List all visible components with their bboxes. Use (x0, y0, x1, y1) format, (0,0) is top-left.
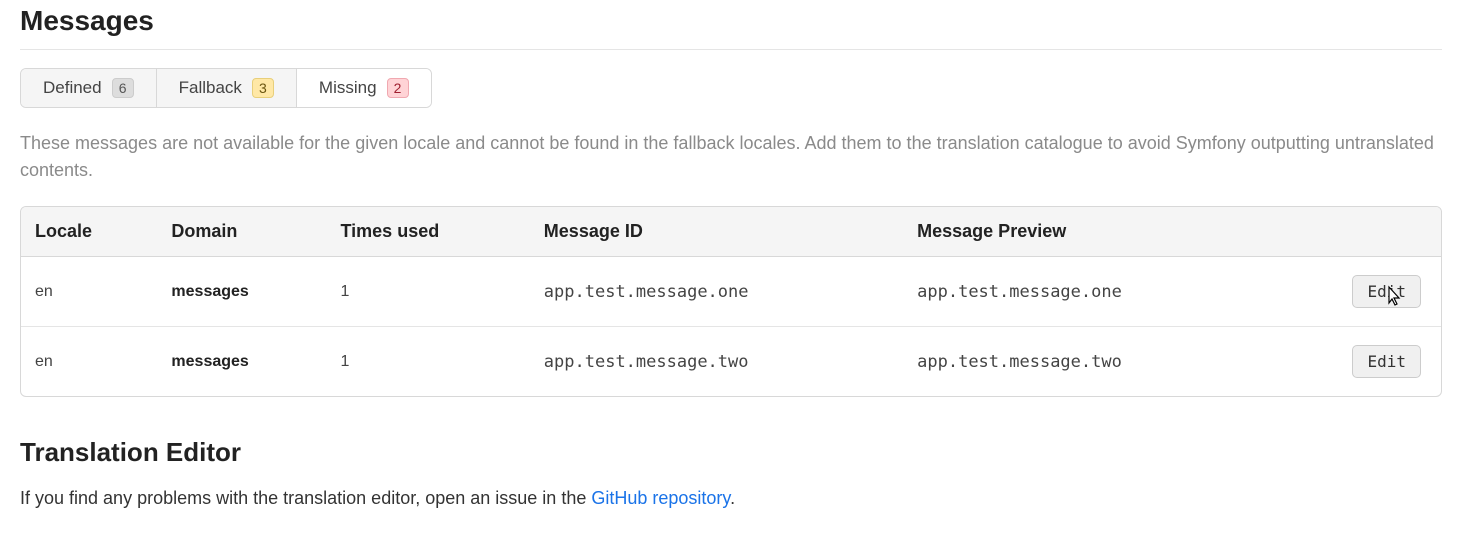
cell-action: Edit (1276, 257, 1441, 327)
page-heading: Messages (20, 5, 1442, 50)
tab-missing[interactable]: Missing 2 (297, 69, 431, 107)
tab-label: Fallback (179, 78, 242, 98)
cell-domain: messages (157, 327, 326, 396)
table-row: enmessages1app.test.message.oneapp.test.… (21, 257, 1441, 327)
tab-fallback[interactable]: Fallback 3 (157, 69, 297, 107)
col-domain: Domain (157, 207, 326, 257)
tab-badge: 2 (387, 78, 409, 98)
col-action (1276, 207, 1441, 257)
col-message-id: Message ID (530, 207, 903, 257)
cell-locale: en (21, 257, 157, 327)
messages-tbody: enmessages1app.test.message.oneapp.test.… (21, 257, 1441, 396)
cell-times-used: 1 (327, 257, 530, 327)
tab-description: These messages are not available for the… (20, 130, 1442, 184)
messages-table: Locale Domain Times used Message ID Mess… (20, 206, 1442, 397)
col-locale: Locale (21, 207, 157, 257)
cell-message-id: app.test.message.one (530, 257, 903, 327)
table-row: enmessages1app.test.message.twoapp.test.… (21, 327, 1441, 396)
editor-text: If you find any problems with the transl… (20, 488, 1442, 509)
cell-message-preview: app.test.message.two (903, 327, 1276, 396)
tab-label: Defined (43, 78, 102, 98)
github-link[interactable]: GitHub repository (591, 488, 730, 508)
edit-button[interactable]: Edit (1352, 345, 1421, 378)
editor-heading: Translation Editor (20, 437, 1442, 468)
cell-message-id: app.test.message.two (530, 327, 903, 396)
tabs-container: Defined 6 Fallback 3 Missing 2 (20, 68, 432, 108)
tab-badge: 6 (112, 78, 134, 98)
cell-times-used: 1 (327, 327, 530, 396)
cell-domain: messages (157, 257, 326, 327)
tab-label: Missing (319, 78, 377, 98)
cell-message-preview: app.test.message.one (903, 257, 1276, 327)
tab-defined[interactable]: Defined 6 (21, 69, 157, 107)
col-message-preview: Message Preview (903, 207, 1276, 257)
tab-badge: 3 (252, 78, 274, 98)
editor-text-before: If you find any problems with the transl… (20, 488, 591, 508)
edit-button[interactable]: Edit (1352, 275, 1421, 308)
col-times-used: Times used (327, 207, 530, 257)
cell-locale: en (21, 327, 157, 396)
cell-action: Edit (1276, 327, 1441, 396)
editor-text-after: . (730, 488, 735, 508)
